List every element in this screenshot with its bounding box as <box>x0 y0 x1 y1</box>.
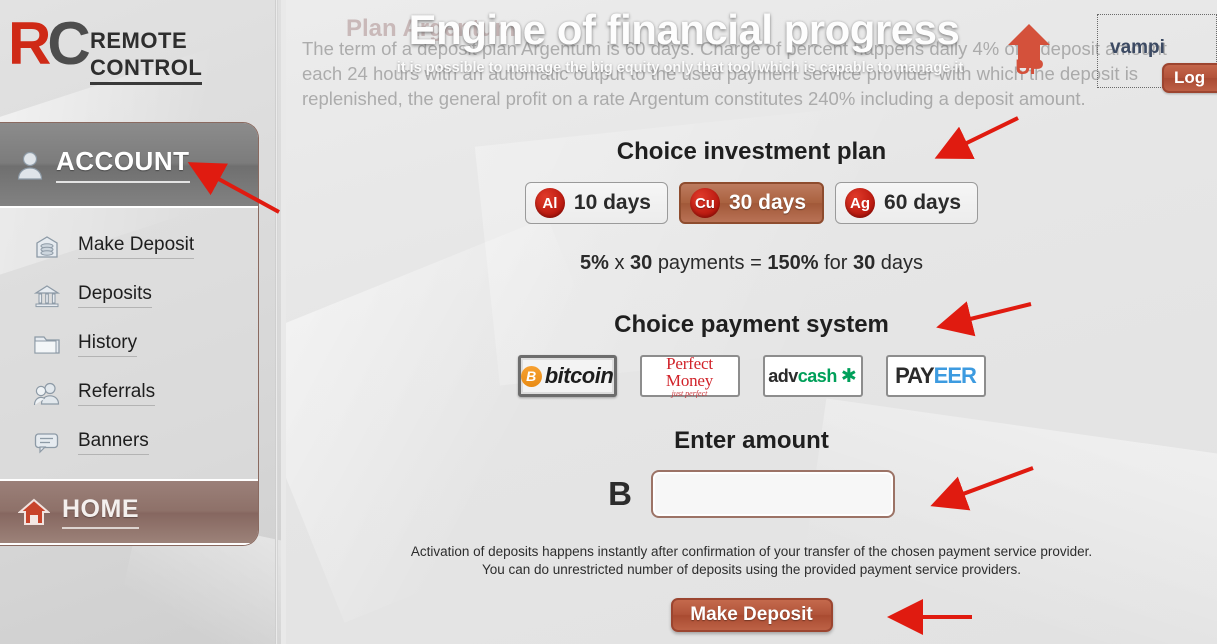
sidebar-item-referrals-label: Referrals <box>78 381 156 406</box>
payment-option-payeer[interactable]: PAY EER <box>885 355 986 397</box>
rate-for-word: for <box>824 252 848 274</box>
payment-option-payeer-label-pay: PAY <box>895 363 935 388</box>
users-icon <box>32 382 62 406</box>
rate-payments-word: payments <box>657 252 745 274</box>
deposit-note: Activation of deposits happens instantly… <box>286 543 1217 579</box>
payment-options: B bitcoin Perfect Money just perfect adv… <box>286 353 1217 398</box>
payment-option-advcash-label-adv: adv <box>768 365 798 386</box>
brand-name-line2: CONTROL <box>90 54 203 85</box>
brand[interactable]: RC REMOTE CONTROL <box>0 0 275 110</box>
sidebar-item-history-label: History <box>78 332 138 357</box>
payment-option-bitcoin[interactable]: B bitcoin <box>517 355 617 397</box>
brand-name-line1: REMOTE <box>90 28 188 53</box>
up-logo-text: UP <box>1015 56 1043 79</box>
chip-al-icon: Al <box>534 188 565 218</box>
amount-input[interactable] <box>650 470 895 518</box>
folder-icon <box>32 333 62 356</box>
payment-option-bitcoin-label: bitcoin <box>544 363 614 388</box>
rate-times: x <box>614 252 625 274</box>
brand-logo-r: R <box>8 10 51 77</box>
sidebar: RC REMOTE CONTROL ACCOUNT Make Deposit D… <box>0 0 281 644</box>
deposit-button-wrap: Make Deposit <box>286 598 1217 632</box>
rate-percent: 5% <box>579 252 609 274</box>
logout-button[interactable]: Log <box>1162 63 1217 93</box>
sidebar-item-account-label: ACCOUNT <box>56 146 190 183</box>
sidebar-item-home-label: HOME <box>62 495 139 529</box>
currency-symbol: B <box>608 475 632 512</box>
rate-summary: 5% x 30 payments = 150% for 30 days <box>286 252 1217 275</box>
sidebar-item-banners[interactable]: Banners <box>0 418 258 467</box>
deposit-icon <box>32 235 62 259</box>
deposit-note-line2: You can do unrestricted number of deposi… <box>481 562 1022 577</box>
page-header: Plan Argentum The term of a deposit plan… <box>286 0 1217 110</box>
plan-option-ag-label: 60 days <box>884 191 962 214</box>
user-icon <box>16 150 44 180</box>
plan-option-cu[interactable]: Cu 30 days <box>678 182 825 224</box>
main-content: Plan Argentum The term of a deposit plan… <box>286 0 1217 644</box>
plan-option-cu-label: 30 days <box>728 191 807 214</box>
deposit-note-line1: Activation of deposits happens instantly… <box>410 544 1093 559</box>
payment-option-advcash-label-cash: cash <box>797 365 838 386</box>
amount-section-title: Enter amount <box>674 427 829 454</box>
rate-total-percent: 150% <box>767 252 819 274</box>
speech-bubble-icon <box>32 431 62 454</box>
slogan-subtitle: it is possible to manage the big equity … <box>396 60 964 76</box>
make-deposit-button[interactable]: Make Deposit <box>670 598 833 632</box>
username-label: vampi <box>1110 37 1165 58</box>
payment-option-perfect-money-tagline: just perfect <box>671 388 708 398</box>
sidebar-item-make-deposit-label: Make Deposit <box>78 234 195 259</box>
brand-name: REMOTE CONTROL <box>90 27 203 85</box>
plan-options: Al 10 days Cu 30 days Ag 60 days <box>286 182 1217 224</box>
sidebar-menu: ACCOUNT Make Deposit Deposits History Re… <box>0 122 259 546</box>
amount-row: B <box>286 470 1217 518</box>
sidebar-item-banners-label: Banners <box>78 430 149 455</box>
sidebar-item-deposits[interactable]: Deposits <box>0 271 258 320</box>
payment-option-advcash[interactable]: adv cash ✱ <box>762 355 863 397</box>
plan-option-ag[interactable]: Ag 60 days <box>835 182 979 224</box>
rate-equals: = <box>750 252 762 274</box>
plan-option-al-label: 10 days <box>573 191 651 214</box>
rate-days-count: 30 <box>852 252 876 274</box>
sidebar-item-account[interactable]: ACCOUNT <box>0 123 258 208</box>
sidebar-menu-list: Make Deposit Deposits History Referrals … <box>0 208 258 475</box>
page-root: RC REMOTE CONTROL ACCOUNT Make Deposit D… <box>0 0 1217 644</box>
sidebar-item-history[interactable]: History <box>0 320 258 369</box>
rate-payments-count: 30 <box>630 252 653 274</box>
up-arrow-icon: UP <box>998 22 1060 84</box>
sidebar-item-home[interactable]: HOME <box>0 479 258 545</box>
sidebar-edge <box>275 0 278 644</box>
sidebar-item-make-deposit[interactable]: Make Deposit <box>0 222 258 271</box>
slogan-title: Engine of financial progress <box>408 6 960 53</box>
home-icon <box>18 497 50 527</box>
plan-option-al[interactable]: Al 10 days <box>524 182 668 224</box>
brand-logo-icon: RC <box>8 14 91 74</box>
payment-option-payeer-label-eer: EER <box>933 363 977 388</box>
user-box: vampi Log <box>1097 14 1217 93</box>
sidebar-item-referrals[interactable]: Referrals <box>0 369 258 418</box>
bank-icon <box>32 284 62 308</box>
bitcoin-icon: B <box>520 365 542 387</box>
brand-logo-c: C <box>47 10 90 77</box>
chip-ag-icon: Ag <box>845 188 876 218</box>
payment-option-perfect-money[interactable]: Perfect Money just perfect <box>639 353 740 398</box>
payment-section-title: Choice payment system <box>614 311 889 338</box>
chip-cu-icon: Cu <box>689 188 720 218</box>
payment-option-perfect-money-label: Perfect Money <box>665 353 714 390</box>
rate-days-word: days <box>880 252 924 274</box>
advcash-star-icon: ✱ <box>840 365 857 387</box>
plan-section-title: Choice investment plan <box>616 138 887 165</box>
sidebar-item-deposits-label: Deposits <box>78 283 152 308</box>
